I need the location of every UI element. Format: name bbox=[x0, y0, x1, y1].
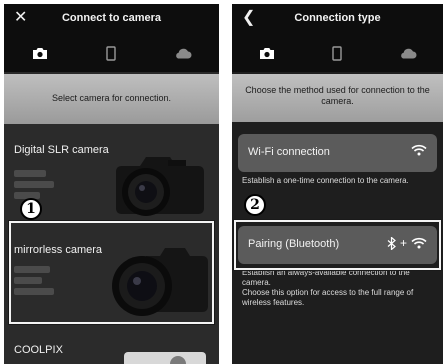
tab-bar bbox=[232, 34, 443, 72]
top-bar: ✕ Connect to camera bbox=[4, 4, 219, 34]
option-label: Wi-Fi connection bbox=[248, 146, 330, 158]
smartphone-icon bbox=[106, 45, 117, 61]
option-description: Establish a one-time connection to the c… bbox=[242, 176, 409, 185]
dslr-camera-image bbox=[116, 157, 204, 216]
camera-option-label: COOLPIX bbox=[14, 344, 63, 356]
top-bar: ❮ Connection type bbox=[232, 4, 443, 34]
prompt-banner: Choose the method used for connection to… bbox=[232, 74, 443, 122]
tab-cloud[interactable] bbox=[373, 34, 443, 72]
tab-camera[interactable] bbox=[4, 34, 76, 72]
instruction-figure: ✕ Connect to camera Select camera for co… bbox=[0, 0, 443, 364]
prompt-text: Select camera for connection. bbox=[51, 93, 172, 103]
option-description: Establish an always-available connection… bbox=[242, 268, 414, 307]
camera-icon bbox=[260, 47, 275, 59]
connection-type-screen: ❮ Connection type Choose the method used… bbox=[232, 4, 443, 364]
step-callout: 1 bbox=[20, 198, 42, 220]
selection-highlight bbox=[233, 219, 442, 271]
tab-smartphone[interactable] bbox=[76, 34, 148, 72]
selection-highlight bbox=[8, 220, 215, 325]
screen-title: Connect to camera bbox=[61, 12, 162, 24]
wifi-icon bbox=[411, 144, 427, 156]
camera-option-label: Digital SLR camera bbox=[14, 144, 109, 156]
step-callout: 2 bbox=[244, 194, 266, 216]
tab-camera[interactable] bbox=[232, 34, 302, 72]
tab-bar bbox=[4, 34, 219, 72]
wifi-connection-option[interactable]: Wi-Fi connection bbox=[238, 134, 437, 172]
smartphone-icon bbox=[332, 45, 343, 61]
prompt-text: Choose the method used for connection to… bbox=[245, 85, 430, 106]
cloud-icon bbox=[400, 48, 417, 58]
tab-cloud[interactable] bbox=[147, 34, 219, 72]
tab-smartphone[interactable] bbox=[302, 34, 372, 72]
screen-title: Connection type bbox=[294, 12, 381, 24]
coolpix-camera-image bbox=[124, 352, 206, 364]
cloud-icon bbox=[176, 48, 192, 58]
camera-icon bbox=[32, 47, 47, 59]
prompt-banner: Select camera for connection. bbox=[4, 74, 219, 124]
camera-option-coolpix[interactable]: COOLPIX bbox=[4, 328, 219, 364]
connect-to-camera-screen: ✕ Connect to camera Select camera for co… bbox=[4, 4, 219, 364]
